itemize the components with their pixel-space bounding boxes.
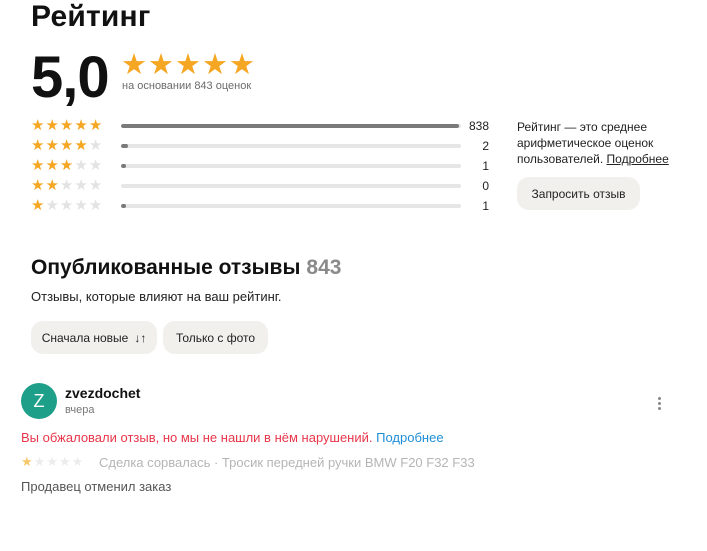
- star-icon: ★: [31, 177, 45, 194]
- rating-row-5: ★ ★ ★ ★ ★ 838: [31, 118, 501, 134]
- rating-row-bar: [121, 184, 461, 188]
- rating-row-stars: ★ ★ ★ ★ ★: [31, 118, 102, 134]
- star-icon: ★: [59, 157, 74, 174]
- only-with-photo-button[interactable]: Только с фото: [163, 321, 268, 354]
- review-date: вчера: [65, 404, 95, 416]
- star-icon: ★: [46, 454, 58, 469]
- star-icon: ★: [175, 49, 201, 81]
- request-review-button[interactable]: Запросить отзыв: [517, 177, 640, 210]
- star-icon: ★: [88, 117, 103, 134]
- star-icon: ★: [45, 157, 59, 174]
- rating-info-link[interactable]: Подробнее: [607, 152, 669, 166]
- reviews-subtitle: Отзывы, которые влияют на ваш рейтинг.: [31, 289, 282, 304]
- star-icon: ★: [74, 137, 88, 154]
- star-icon: ★: [88, 137, 103, 154]
- star-icon: ★: [202, 49, 228, 81]
- review-stars: ★ ★ ★ ★ ★: [21, 454, 83, 470]
- rating-row-count: 2: [482, 139, 489, 153]
- rating-row-2: ★ ★ ★ ★ ★ 0: [31, 178, 501, 194]
- star-icon: ★: [45, 137, 59, 154]
- rating-row-stars: ★ ★ ★ ★ ★: [31, 198, 102, 214]
- rating-row-bar-fill: [121, 144, 128, 148]
- more-options-icon[interactable]: [651, 393, 667, 413]
- star-icon: ★: [59, 197, 74, 214]
- star-icon: ★: [45, 197, 59, 214]
- star-icon: ★: [229, 49, 255, 81]
- star-icon: ★: [45, 117, 59, 134]
- rating-row-4: ★ ★ ★ ★ ★ 2: [31, 138, 501, 154]
- rating-row-bar: [121, 164, 461, 168]
- star-icon: ★: [88, 197, 103, 214]
- rating-row-bar-fill: [121, 204, 127, 208]
- rating-row-bar: [121, 204, 461, 208]
- star-icon: ★: [59, 117, 74, 134]
- star-icon: ★: [121, 49, 147, 81]
- rating-row-count: 1: [482, 159, 489, 173]
- rating-info: Рейтинг — это среднее арифметическое оце…: [517, 119, 687, 167]
- star-icon: ★: [58, 454, 71, 469]
- star-icon: ★: [59, 177, 74, 194]
- sort-newest-button[interactable]: Сначала новые ↓↑: [31, 321, 157, 354]
- star-icon: ★: [88, 157, 103, 174]
- star-icon: ★: [74, 157, 88, 174]
- star-icon: ★: [88, 177, 103, 194]
- appeal-more-link[interactable]: Подробнее: [376, 430, 443, 445]
- appeal-notice: Вы обжаловали отзыв, но мы не нашли в нё…: [21, 430, 444, 445]
- star-icon: ★: [31, 197, 45, 214]
- star-icon: ★: [31, 157, 45, 174]
- reviews-title-text: Опубликованные отзывы: [31, 256, 301, 279]
- rating-row-bar: [121, 124, 461, 128]
- star-icon: ★: [74, 117, 88, 134]
- star-icon: ★: [33, 454, 46, 469]
- review-deal-info: Сделка сорвалась · Тросик передней ручки…: [99, 455, 475, 470]
- rating-row-stars: ★ ★ ★ ★ ★: [31, 138, 102, 154]
- rating-row-bar-fill: [121, 124, 459, 128]
- appeal-notice-text: Вы обжаловали отзыв, но мы не нашли в нё…: [21, 430, 373, 445]
- star-icon: ★: [148, 49, 174, 81]
- review-text: Продавец отменил заказ: [21, 479, 172, 494]
- reviews-section-title: Опубликованные отзывы 843: [31, 256, 341, 280]
- sort-arrows-icon: ↓↑: [134, 330, 147, 345]
- reviews-count: 843: [306, 256, 342, 279]
- star-icon: ★: [21, 454, 33, 469]
- star-icon: ★: [71, 454, 84, 469]
- avatar: Z: [21, 383, 57, 419]
- star-icon: ★: [74, 197, 88, 214]
- rating-row-bar-fill: [121, 164, 127, 168]
- average-rating: 5,0: [31, 45, 110, 110]
- sort-button-label: Сначала новые: [41, 330, 129, 345]
- rating-row-3: ★ ★ ★ ★ ★ 1: [31, 158, 501, 174]
- rating-row-stars: ★ ★ ★ ★ ★: [31, 178, 102, 194]
- review-author: zvezdochet: [65, 385, 141, 401]
- page-title: Рейтинг: [31, 0, 151, 33]
- rating-row-count: 1: [482, 199, 489, 213]
- star-icon: ★: [74, 177, 88, 194]
- star-icon: ★: [59, 137, 74, 154]
- rating-row-stars: ★ ★ ★ ★ ★: [31, 158, 102, 174]
- star-icon: ★: [31, 137, 45, 154]
- rating-count-caption: на основании 843 оценок: [122, 80, 252, 92]
- average-rating-stars: ★ ★ ★ ★ ★: [121, 49, 255, 81]
- rating-row-count: 0: [482, 179, 489, 193]
- star-icon: ★: [31, 117, 45, 134]
- rating-row-1: ★ ★ ★ ★ ★ 1: [31, 198, 501, 214]
- rating-row-bar: [121, 144, 461, 148]
- star-icon: ★: [45, 177, 59, 194]
- rating-row-count: 838: [468, 119, 489, 133]
